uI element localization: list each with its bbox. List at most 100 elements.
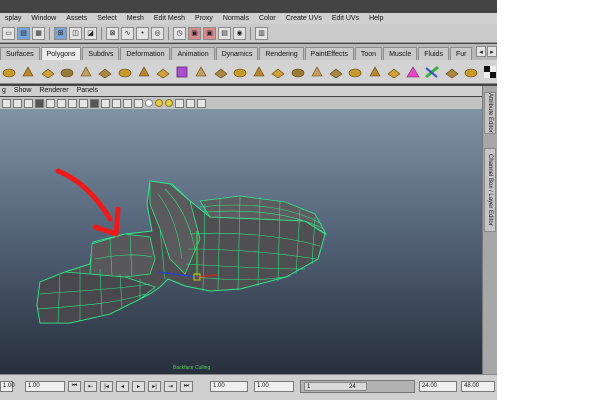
tab-fur[interactable]: Fur [449, 47, 473, 60]
menu-select[interactable]: Select [92, 13, 121, 24]
menu-window[interactable]: Window [26, 13, 61, 24]
tab-subdivs[interactable]: Subdivs [82, 47, 120, 60]
snap-point-icon[interactable]: • [136, 26, 149, 40]
menu-create-uvs[interactable]: Create UVs [281, 13, 327, 24]
camera-select-icon[interactable] [2, 98, 11, 108]
snap-curve-icon[interactable]: ∿ [121, 26, 134, 40]
boolean-icon[interactable] [194, 64, 208, 79]
panel-menu-renderer[interactable]: Renderer [37, 86, 74, 96]
perspective-viewport[interactable]: Backface Culling [0, 109, 482, 374]
poly-sphere-icon[interactable] [2, 64, 16, 79]
wireframe-icon[interactable] [101, 98, 110, 108]
menu-help[interactable]: Help [364, 13, 388, 24]
insert-edge-loop-icon[interactable] [310, 64, 324, 79]
go-to-end-icon[interactable]: ⏭ [180, 381, 193, 392]
menu-color[interactable]: Color [254, 13, 281, 24]
poly-cube-icon[interactable] [21, 64, 35, 79]
wireframe-on-shaded-icon[interactable] [123, 98, 132, 108]
append-icon[interactable] [271, 64, 285, 79]
attribute-editor-tab[interactable]: Attribute Editor [484, 92, 496, 134]
panel-menu-panels[interactable]: Panels [75, 86, 104, 96]
history-icon[interactable]: ◷ [173, 26, 186, 40]
default-lighting-icon[interactable] [145, 99, 153, 107]
tab-surfaces[interactable]: Surfaces [0, 47, 40, 60]
smooth-proxy-icon[interactable] [425, 64, 440, 79]
time-field-left[interactable]: 1.00 [0, 381, 15, 392]
snap-grid-icon[interactable]: ⊠ [106, 26, 119, 40]
isolate-select-icon[interactable] [186, 98, 195, 108]
camera-attributes-icon[interactable] [13, 98, 22, 108]
split-polygon-icon[interactable] [291, 64, 305, 79]
separate-icon[interactable] [137, 64, 151, 79]
tab-rendering[interactable]: Rendering [259, 47, 304, 60]
play-backwards-icon[interactable]: ◂ [116, 381, 129, 392]
play-forwards-icon[interactable]: ▸ [132, 381, 145, 392]
menu-edit-uvs[interactable]: Edit UVs [327, 13, 364, 24]
menu-mesh[interactable]: Mesh [122, 13, 149, 24]
render-icon[interactable]: ▣ [188, 26, 201, 40]
new-scene-icon[interactable]: ▭ [2, 26, 15, 40]
poly-torus-icon[interactable] [98, 64, 112, 79]
bridge-icon[interactable] [252, 64, 266, 79]
shoe-mesh[interactable] [36, 180, 328, 324]
tab-muscle[interactable]: Muscle [383, 47, 418, 60]
hypershade-icon[interactable]: ◉ [233, 26, 246, 40]
range-start-field[interactable]: 1.00 [210, 381, 248, 392]
open-scene-icon[interactable]: ▤ [17, 26, 30, 40]
menu-normals[interactable]: Normals [218, 13, 254, 24]
poly-plane-icon[interactable] [79, 64, 93, 79]
playback-start-field[interactable]: 1.00 [254, 381, 294, 392]
menu-display[interactable]: splay [0, 13, 26, 24]
snap-surface-icon[interactable]: ◎ [151, 26, 164, 40]
step-back-key-icon[interactable]: ⇤ [84, 381, 97, 392]
offset-edge-loop-icon[interactable] [329, 64, 343, 79]
viewport-share-icon[interactable] [197, 98, 206, 108]
shadows-icon[interactable] [165, 99, 173, 107]
fill-hole-icon[interactable] [387, 64, 401, 79]
tab-fluids[interactable]: Fluids [418, 47, 449, 60]
select-component-icon[interactable]: ◪ [84, 26, 97, 40]
select-hierarchy-icon[interactable]: ⊞ [54, 26, 67, 40]
bookmarks-icon[interactable] [24, 98, 33, 108]
tab-painteffects[interactable]: PaintEffects [304, 47, 354, 60]
range-slider-handle[interactable]: 1 24 [304, 382, 367, 391]
select-object-icon[interactable]: ◫ [69, 26, 82, 40]
render-settings-icon[interactable]: ▤ [218, 26, 231, 40]
save-scene-icon[interactable]: ▦ [32, 26, 45, 40]
range-slider[interactable]: 1 24 [300, 380, 415, 393]
extract-icon[interactable] [156, 64, 170, 79]
menu-assets[interactable]: Assets [61, 13, 92, 24]
field-chart-icon[interactable] [90, 98, 99, 108]
poly-cylinder-icon[interactable] [40, 64, 55, 79]
gate-mask-icon[interactable] [79, 98, 88, 108]
reduce-icon[interactable] [406, 64, 420, 79]
playback-end-field[interactable]: 24.00 [419, 381, 457, 392]
menu-proxy[interactable]: Proxy [190, 13, 218, 24]
resolution-gate-icon[interactable] [68, 98, 77, 108]
smooth-icon[interactable] [175, 64, 189, 79]
step-forward-key-icon[interactable]: ⇥ [164, 381, 177, 392]
step-back-frame-icon[interactable]: |◂ [100, 381, 113, 392]
uv-checker-icon[interactable] [483, 64, 497, 79]
go-to-start-icon[interactable]: ⏮ [68, 381, 81, 392]
shelf-scroll-left-icon[interactable]: ◂ [476, 46, 486, 57]
textured-icon[interactable] [134, 98, 143, 108]
tab-polygons[interactable]: Polygons [40, 47, 82, 60]
poly-cone-icon[interactable] [60, 64, 74, 79]
range-end-field[interactable]: 48.00 [461, 381, 495, 392]
ipr-render-icon[interactable]: ▣ [203, 26, 216, 40]
merge-vertices-icon[interactable] [348, 64, 362, 79]
mirror-icon[interactable] [214, 64, 228, 79]
tab-animation[interactable]: Animation [171, 47, 215, 60]
menu-edit-mesh[interactable]: Edit Mesh [149, 13, 190, 24]
step-forward-frame-icon[interactable]: ▸| [148, 381, 161, 392]
use-all-lights-icon[interactable] [155, 99, 163, 107]
channel-box-tab[interactable]: Channel Box / Layer Editor [484, 148, 496, 232]
triangulate-icon[interactable] [464, 64, 478, 79]
panel-menu-show[interactable]: Show [12, 86, 38, 96]
tab-toon[interactable]: Toon [354, 47, 383, 60]
tab-deformation[interactable]: Deformation [120, 47, 171, 60]
cleanup-icon[interactable] [444, 64, 459, 79]
combine-icon[interactable] [117, 64, 131, 79]
extrude-icon[interactable] [233, 64, 247, 79]
